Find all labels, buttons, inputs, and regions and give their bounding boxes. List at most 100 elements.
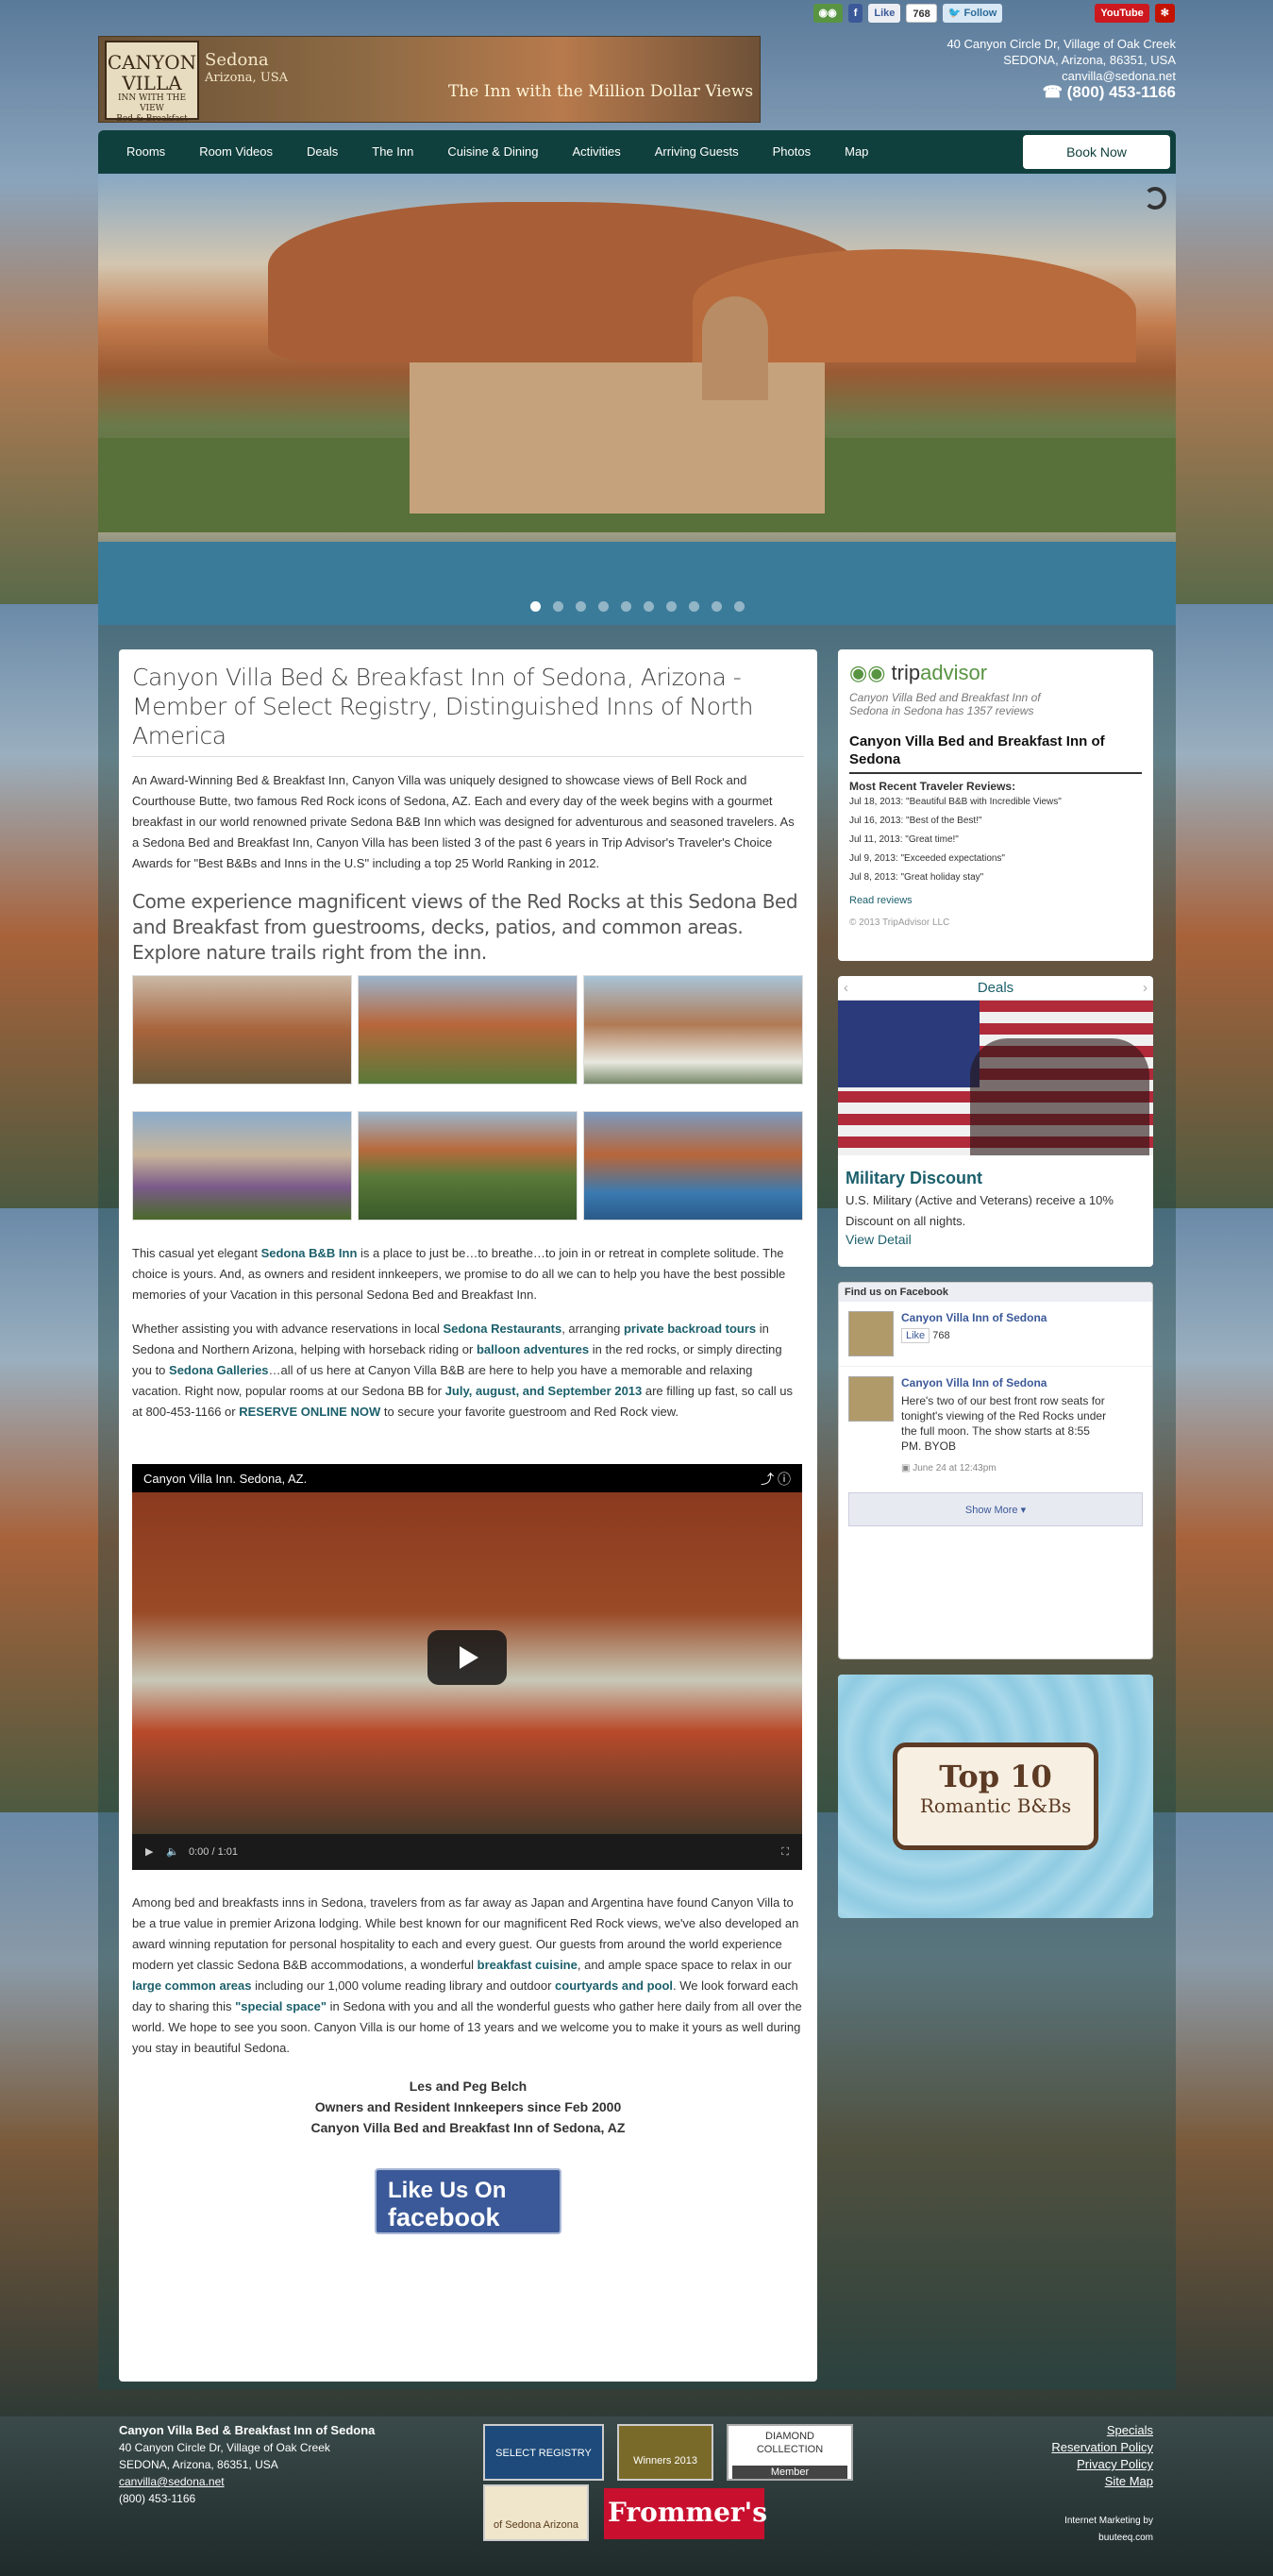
footer-link-privacy-policy[interactable]: Privacy Policy <box>1051 2456 1153 2473</box>
chevron-left-icon[interactable]: ‹ <box>844 976 848 1001</box>
slider-dots <box>98 601 1176 612</box>
twitter-follow-button[interactable]: 🐦 Follow <box>942 4 1003 23</box>
fullscreen-icon[interactable]: ⛶ <box>781 1834 789 1870</box>
email-link[interactable]: canvilla@sedona.net <box>946 68 1176 84</box>
page-title: Canyon Villa Bed & Breakfast Inn of Sedo… <box>132 663 804 757</box>
reserve-online-link[interactable]: RESERVE ONLINE NOW <box>239 1405 380 1419</box>
footer-contact: Canyon Villa Bed & Breakfast Inn of Sedo… <box>119 2423 376 2505</box>
hero-slider[interactable] <box>98 174 1176 625</box>
diamond-collection-badge[interactable]: DIAMOND COLLECTION Member <box>727 2424 853 2481</box>
sedona-galleries-link[interactable]: Sedona Galleries <box>169 1363 269 1377</box>
gallery-photo[interactable] <box>358 975 578 1085</box>
buuteeq-link[interactable]: buuteeq.com <box>1051 2530 1153 2547</box>
main-nav: Rooms Room Videos Deals The Inn Cuisine … <box>98 130 1176 174</box>
gallery-photo[interactable] <box>583 1111 803 1221</box>
slider-dot[interactable] <box>620 601 631 612</box>
courtyards-pool-link[interactable]: courtyards and pool <box>555 1978 673 1993</box>
sedona-restaurants-link[interactable]: Sedona Restaurants <box>444 1322 562 1336</box>
footer-link-reservation-policy[interactable]: Reservation Policy <box>1051 2439 1153 2456</box>
address: 40 Canyon Circle Dr, Village of Oak Cree… <box>946 37 1176 51</box>
paragraph-assisting: Whether assisting you with advance reser… <box>132 1322 793 1419</box>
book-now-button[interactable]: Book Now <box>1023 135 1170 169</box>
play-icon[interactable]: ▶ <box>145 1834 153 1870</box>
phone-number[interactable]: ☎ (800) 453-1166 <box>946 84 1176 100</box>
gallery-photo[interactable] <box>132 1111 352 1221</box>
slider-dot[interactable] <box>665 601 677 612</box>
gallery-photo[interactable] <box>583 975 803 1085</box>
special-space-link[interactable]: "special space" <box>235 1999 327 2013</box>
nav-item-activities[interactable]: Activities <box>555 130 637 174</box>
nav-item-arriving-guests[interactable]: Arriving Guests <box>638 130 756 174</box>
facebook-post-time[interactable]: ▣ June 24 at 12:43pm <box>901 1463 1109 1473</box>
review-item[interactable]: Jul 16, 2013: "Best of the Best!" <box>849 812 1142 831</box>
slider-dot[interactable] <box>688 601 699 612</box>
tripadvisor-inn-name[interactable]: Canyon Villa Bed and Breakfast Inn of Se… <box>849 732 1142 774</box>
nav-item-cuisine[interactable]: Cuisine & Dining <box>430 130 555 174</box>
breakfast-cuisine-link[interactable]: breakfast cuisine <box>477 1958 578 1972</box>
tripadvisor-widget: ◉◉ tripadvisor Canyon Villa Bed and Brea… <box>838 649 1153 961</box>
nav-item-rooms[interactable]: Rooms <box>109 130 182 174</box>
deal-name[interactable]: Military Discount <box>838 1155 1153 1190</box>
review-item[interactable]: Jul 8, 2013: "Great holiday stay" <box>849 868 1142 887</box>
logo[interactable]: CANYON VILLA INN WITH THE VIEW Bed & Bre… <box>105 41 199 124</box>
slider-dot[interactable] <box>552 601 563 612</box>
video-player[interactable]: Canyon Villa Inn. Sedona, AZ. ⤴ ⓘ ▶ 🔈 0:… <box>132 1464 802 1870</box>
facebook-post-author[interactable]: Canyon Villa Inn of Sedona <box>901 1376 1109 1389</box>
main-content: Canyon Villa Bed & Breakfast Inn of Sedo… <box>119 649 817 2382</box>
nav-item-photos[interactable]: Photos <box>756 130 828 174</box>
facebook-page-row: Canyon Villa Inn of Sedona Like 768 <box>839 1302 1152 1366</box>
logo-banner[interactable]: CANYON VILLA INN WITH THE VIEW Bed & Bre… <box>98 36 761 124</box>
summer-dates-link[interactable]: July, august, and September 2013 <box>445 1384 643 1398</box>
youtube-icon[interactable]: YouTube <box>1095 4 1149 23</box>
slider-dot[interactable] <box>711 601 722 612</box>
tripadvisor-icon[interactable]: ◉◉ <box>812 4 843 23</box>
play-button[interactable] <box>427 1630 507 1685</box>
yelp-icon[interactable]: ✻ <box>1154 4 1175 23</box>
footer-link-specials[interactable]: Specials <box>1051 2422 1153 2439</box>
internet-marketing-credit: Internet Marketing by <box>1064 2516 1153 2526</box>
bedandbreakfast-awards-badge[interactable]: Winners 2013 <box>617 2424 713 2481</box>
nav-item-the-inn[interactable]: The Inn <box>355 130 430 174</box>
slider-dot[interactable] <box>575 601 586 612</box>
balloon-adventures-link[interactable]: balloon adventures <box>477 1342 589 1356</box>
like-us-facebook-button[interactable]: Like Us On facebook <box>375 2168 561 2234</box>
slider-dot[interactable] <box>733 601 745 612</box>
review-item[interactable]: Jul 9, 2013: "Exceeded expectations" <box>849 850 1142 868</box>
show-more-button[interactable]: Show More ▾ <box>848 1492 1143 1526</box>
slider-dot[interactable] <box>597 601 609 612</box>
footer-link-site-map[interactable]: Site Map <box>1051 2473 1153 2490</box>
review-item[interactable]: Jul 11, 2013: "Great time!" <box>849 831 1142 850</box>
select-registry-badge[interactable]: SELECT REGISTRY <box>483 2424 604 2481</box>
tripadvisor-logo[interactable]: ◉◉ tripadvisor <box>849 661 1142 685</box>
social-bar: ◉◉ f Like 768 🐦 Follow YouTube ✻ <box>812 2 1175 25</box>
nav-item-deals[interactable]: Deals <box>290 130 355 174</box>
volume-icon[interactable]: 🔈 <box>166 1834 179 1870</box>
review-item[interactable]: Jul 18, 2013: "Beautiful B&B with Incred… <box>849 793 1142 812</box>
avatar[interactable] <box>848 1311 894 1356</box>
video-title[interactable]: Canyon Villa Inn. Sedona, AZ. <box>143 1472 307 1486</box>
footer-email-link[interactable]: canvilla@sedona.net <box>119 2475 225 2488</box>
top-10-romantic-badge[interactable]: Top 10 Romantic B&Bs <box>838 1675 1153 1918</box>
nav-item-map[interactable]: Map <box>828 130 885 174</box>
twitter-bird-icon: 🐦 <box>947 8 962 19</box>
view-detail-link[interactable]: View Detail <box>838 1232 1153 1247</box>
frommers-badge[interactable]: Frommer's <box>604 2488 767 2539</box>
facebook-page-name[interactable]: Canyon Villa Inn of Sedona <box>901 1311 1047 1324</box>
nav-item-room-videos[interactable]: Room Videos <box>182 130 290 174</box>
slider-dot[interactable] <box>529 601 541 612</box>
facebook-like-button[interactable]: Like <box>901 1328 930 1343</box>
gallery-photo[interactable] <box>132 975 352 1085</box>
facebook-like-button[interactable]: Like <box>868 4 901 23</box>
sedona-bb-inn-link[interactable]: Sedona B&B Inn <box>261 1246 358 1260</box>
avatar[interactable] <box>848 1376 894 1422</box>
premier-inn-badge[interactable]: of Sedona Arizona <box>483 2484 589 2541</box>
backroad-tours-link[interactable]: private backroad tours <box>624 1322 756 1336</box>
slider-dot[interactable] <box>643 601 654 612</box>
share-icon[interactable]: ⤴ ⓘ <box>761 1470 791 1489</box>
facebook-icon[interactable]: f <box>847 4 863 23</box>
gallery-photo[interactable] <box>358 1111 578 1221</box>
common-areas-link[interactable]: large common areas <box>132 1978 251 1993</box>
read-reviews-link[interactable]: Read reviews <box>849 895 1142 906</box>
chevron-right-icon[interactable]: › <box>1143 976 1147 1001</box>
main-area: Canyon Villa Bed & Breakfast Inn of Sedo… <box>98 625 1176 2390</box>
